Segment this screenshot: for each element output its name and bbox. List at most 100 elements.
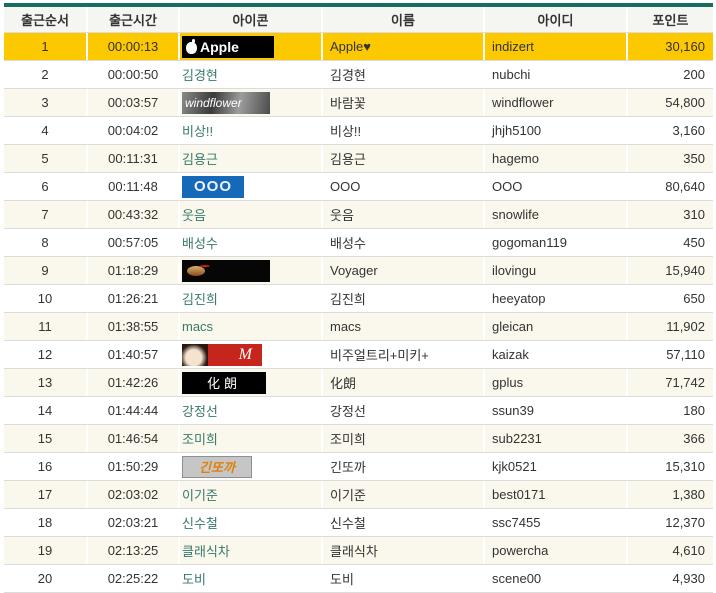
time-cell: 02:03:02 xyxy=(88,481,178,508)
id-cell: heeyatop xyxy=(485,285,626,312)
kaizak-icon[interactable]: M xyxy=(182,344,262,366)
column-header-points: 포인트 xyxy=(628,7,713,32)
id-cell: windflower xyxy=(485,89,626,116)
icon-link[interactable]: 강정선 xyxy=(182,401,218,420)
icon-cell: 化朗 xyxy=(180,369,321,396)
order-cell: 18 xyxy=(4,509,86,536)
points-cell: 71,742 xyxy=(628,369,713,396)
name-cell: 클래식차 xyxy=(323,537,483,564)
order-cell: 11 xyxy=(4,313,86,340)
icon-cell: 비상!! xyxy=(180,117,321,144)
apple-icon[interactable]: Apple xyxy=(182,36,274,58)
table-row: 19 02:13:25 클래식차 클래식차 powercha 4,610 xyxy=(4,537,713,565)
icon-link[interactable]: 이기준 xyxy=(182,485,218,504)
order-cell: 8 xyxy=(4,229,86,256)
icon-cell: 김진희 xyxy=(180,285,321,312)
name-cell: 바람꽃 xyxy=(323,89,483,116)
icon-link[interactable]: 조미희 xyxy=(182,429,218,448)
icon-link[interactable]: 배성수 xyxy=(182,233,218,252)
time-cell: 02:25:22 xyxy=(88,565,178,592)
ooo-icon[interactable]: OOO xyxy=(182,176,244,198)
icon-cell: 배성수 xyxy=(180,229,321,256)
order-cell: 10 xyxy=(4,285,86,312)
points-cell: 366 xyxy=(628,425,713,452)
time-cell: 02:03:21 xyxy=(88,509,178,536)
time-cell: 01:50:29 xyxy=(88,453,178,480)
order-cell: 20 xyxy=(4,565,86,592)
icon-label: 化朗 xyxy=(207,373,241,392)
icon-label: windflower xyxy=(185,96,242,110)
name-cell: 김진희 xyxy=(323,285,483,312)
table-row: 9 01:18:29 Voyager ilovingu 15,940 xyxy=(4,257,713,285)
name-cell: 비상!! xyxy=(323,117,483,144)
points-cell: 15,310 xyxy=(628,453,713,480)
icon-link[interactable]: 김진희 xyxy=(182,289,218,308)
ginttoka-icon[interactable]: 긴또까 xyxy=(182,456,252,478)
time-cell: 00:11:48 xyxy=(88,173,178,200)
time-cell: 02:13:25 xyxy=(88,537,178,564)
icon-link[interactable]: 신수철 xyxy=(182,513,218,532)
order-cell: 5 xyxy=(4,145,86,172)
order-cell: 1 xyxy=(4,33,86,60)
order-cell: 13 xyxy=(4,369,86,396)
icon-link[interactable]: 클래식차 xyxy=(182,541,230,560)
icon-link[interactable]: 비상!! xyxy=(182,121,213,140)
icon-label: OOO xyxy=(194,178,232,195)
id-cell: kaizak xyxy=(485,341,626,368)
time-cell: 00:11:31 xyxy=(88,145,178,172)
id-cell: hagemo xyxy=(485,145,626,172)
points-cell: 57,110 xyxy=(628,341,713,368)
name-cell: 조미희 xyxy=(323,425,483,452)
points-cell: 15,940 xyxy=(628,257,713,284)
icon-cell: 강정선 xyxy=(180,397,321,424)
icon-label: 긴또까 xyxy=(199,457,235,476)
name-cell: Apple♥ xyxy=(323,33,483,60)
points-cell: 450 xyxy=(628,229,713,256)
order-cell: 16 xyxy=(4,453,86,480)
table-row: 6 00:11:48 OOO OOO OOO 80,640 xyxy=(4,173,713,201)
voyager-icon[interactable] xyxy=(182,260,270,282)
column-header-name: 이름 xyxy=(323,7,483,32)
points-cell: 30,160 xyxy=(628,33,713,60)
icon-link[interactable]: 도비 xyxy=(182,569,206,588)
name-cell: 이기준 xyxy=(323,481,483,508)
name-cell: 배성수 xyxy=(323,229,483,256)
time-cell: 01:42:26 xyxy=(88,369,178,396)
order-cell: 3 xyxy=(4,89,86,116)
icon-cell: 조미희 xyxy=(180,425,321,452)
icon-link[interactable]: 웃음 xyxy=(182,205,206,224)
table-row: 3 00:03:57 windflower 바람꽃 windflower 54,… xyxy=(4,89,713,117)
table-row: 5 00:11:31 김용근 김용근 hagemo 350 xyxy=(4,145,713,173)
table-row: 12 01:40:57 M 비주얼트리+미키+ kaizak 57,110 xyxy=(4,341,713,369)
order-cell: 4 xyxy=(4,117,86,144)
id-cell: scene00 xyxy=(485,565,626,592)
time-cell: 01:40:57 xyxy=(88,341,178,368)
table-row: 13 01:42:26 化朗 化朗 gplus 71,742 xyxy=(4,369,713,397)
order-cell: 14 xyxy=(4,397,86,424)
id-cell: ssc7455 xyxy=(485,509,626,536)
hwarang-icon[interactable]: 化朗 xyxy=(182,372,266,394)
icon-cell: 신수철 xyxy=(180,509,321,536)
points-cell: 3,160 xyxy=(628,117,713,144)
points-cell: 180 xyxy=(628,397,713,424)
order-cell: 15 xyxy=(4,425,86,452)
name-cell: macs xyxy=(323,313,483,340)
order-cell: 17 xyxy=(4,481,86,508)
icon-link[interactable]: 김경현 xyxy=(182,65,218,84)
points-cell: 54,800 xyxy=(628,89,713,116)
windflower-icon[interactable]: windflower xyxy=(182,92,270,114)
icon-cell: windflower xyxy=(180,89,321,116)
time-cell: 01:26:21 xyxy=(88,285,178,312)
icon-cell: 웃음 xyxy=(180,201,321,228)
points-cell: 12,370 xyxy=(628,509,713,536)
order-cell: 6 xyxy=(4,173,86,200)
icon-cell: macs xyxy=(180,313,321,340)
icon-link[interactable]: macs xyxy=(182,319,213,334)
icon-cell: Apple xyxy=(180,33,321,60)
icon-cell: 도비 xyxy=(180,565,321,592)
column-header-order: 출근순서 xyxy=(4,7,86,32)
table-row: 17 02:03:02 이기준 이기준 best0171 1,380 xyxy=(4,481,713,509)
id-cell: best0171 xyxy=(485,481,626,508)
icon-cell: 김용근 xyxy=(180,145,321,172)
icon-link[interactable]: 김용근 xyxy=(182,149,218,168)
